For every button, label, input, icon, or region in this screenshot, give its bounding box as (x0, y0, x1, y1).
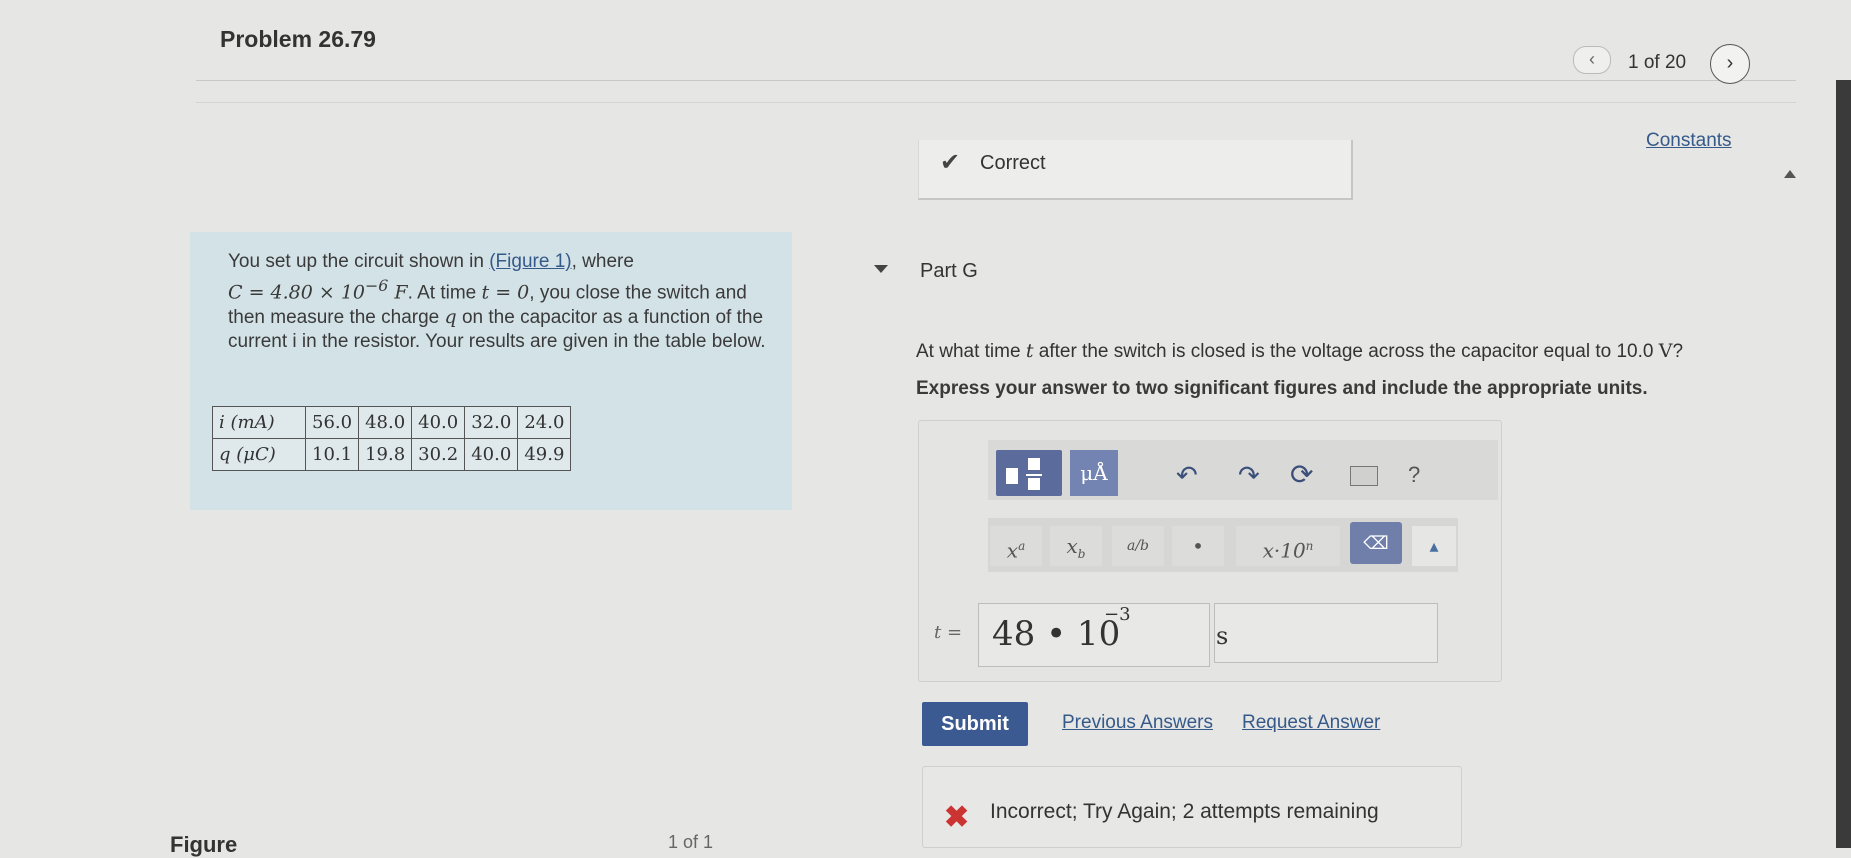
problem-intro-text: You set up the circuit shown in (Figure … (228, 250, 768, 354)
x-mark-icon: ✖ (944, 801, 970, 834)
intro-text-2: , where (571, 251, 634, 272)
answer-unit-text: s (1216, 622, 1229, 650)
reset-icon[interactable]: ⟳ (1290, 458, 1313, 491)
table-row-header: i (mA) (212, 406, 306, 439)
feedback-text: Incorrect; Try Again; 2 attempts remaini… (990, 800, 1379, 823)
templates-button[interactable] (996, 450, 1062, 496)
undo-icon[interactable]: ↶ (1176, 460, 1198, 491)
table-cell: 24.0 (517, 406, 572, 439)
correct-status-label: Correct (980, 152, 1046, 174)
question-text-2: after the switch is closed is the voltag… (1033, 341, 1659, 362)
figure-label: Figure (170, 832, 238, 857)
capacitance-exponent: −6 (365, 276, 389, 295)
table-row: q (μC) 10.1 19.8 30.2 40.0 49.9 (212, 438, 572, 471)
submit-button[interactable]: Submit (922, 702, 1028, 746)
table-cell: 40.0 (411, 406, 466, 439)
collapse-arrow-icon[interactable] (874, 265, 888, 273)
template-icon-part (1026, 474, 1042, 476)
intro-text-1: You set up the circuit shown in (228, 251, 490, 272)
next-problem-button[interactable]: › (1710, 44, 1750, 84)
help-button[interactable]: ? (1408, 462, 1420, 488)
table-cell: 48.0 (358, 406, 413, 439)
page-indicator: 1 of 20 (1628, 52, 1687, 73)
problem-title: Problem 26.79 (220, 26, 376, 52)
chevron-right-icon: › (1726, 52, 1734, 74)
table-cell: 30.2 (411, 438, 466, 471)
table-row-header: q (μC) (212, 438, 306, 471)
table-cell: 40.0 (464, 438, 519, 471)
answer-value-text: 48 • 10 (992, 614, 1121, 654)
instruction-text: Express your answer to two significant f… (916, 378, 1648, 399)
answer-variable-label: t = (934, 622, 963, 643)
answer-unit-input[interactable] (1214, 603, 1438, 663)
question-text-3: ? (1672, 341, 1684, 362)
intro-text-3: . At time (407, 282, 482, 304)
capacitance-equation: C = 4.80 × 10 (228, 281, 366, 304)
keyboard-icon[interactable] (1350, 466, 1378, 486)
table-cell: 49.9 (517, 438, 572, 471)
figure-pager: 1 of 1 (668, 832, 714, 852)
header-divider-secondary (196, 102, 1796, 103)
redo-icon[interactable]: ↷ (1238, 460, 1260, 491)
previous-problem-button[interactable]: ‹ (1573, 46, 1611, 74)
template-icon-part (1006, 468, 1018, 484)
template-icon-part (1028, 478, 1040, 490)
backspace-icon[interactable]: ⌫ (1350, 522, 1402, 564)
units-button[interactable]: μÅ (1070, 450, 1118, 496)
charge-variable: q (444, 306, 457, 329)
constants-link[interactable]: Constants (1646, 130, 1732, 152)
table-cell: 56.0 (304, 406, 360, 439)
previous-answers-link[interactable]: Previous Answers (1062, 712, 1213, 734)
question-text-1: At what time (916, 341, 1026, 362)
answer-exponent-text: −3 (1104, 604, 1131, 625)
subscript-button[interactable]: xb (1050, 526, 1102, 566)
question-text: At what time t after the switch is close… (916, 340, 1683, 363)
time-equation: t = 0 (481, 281, 530, 304)
part-title[interactable]: Part G (920, 260, 978, 283)
question-unit: V (1658, 340, 1673, 362)
checkmark-icon: ✔ (940, 149, 961, 176)
table-cell: 19.8 (358, 438, 413, 471)
keyboard-toggle-icon[interactable]: ▴ (1412, 526, 1456, 566)
scientific-notation-button[interactable]: x·10n (1236, 526, 1340, 566)
superscript-button[interactable]: xa (990, 526, 1042, 566)
table-cell: 32.0 (464, 406, 519, 439)
figure-link[interactable]: (Figure 1) (489, 251, 571, 272)
template-icon-part (1028, 458, 1040, 470)
table-cell: 10.1 (304, 438, 360, 471)
scrollbar[interactable] (1836, 80, 1851, 848)
chevron-left-icon: ‹ (1589, 49, 1595, 69)
request-answer-link[interactable]: Request Answer (1242, 712, 1380, 734)
table-row: i (mA) 56.0 48.0 40.0 32.0 24.0 (212, 406, 572, 439)
header-divider (196, 80, 1796, 81)
capacitance-unit: F (388, 281, 408, 304)
dot-button[interactable]: • (1172, 526, 1224, 566)
scroll-up-icon[interactable] (1784, 170, 1796, 178)
data-table: i (mA) 56.0 48.0 40.0 32.0 24.0 q (μC) 1… (212, 406, 572, 471)
fraction-button[interactable]: a/b (1112, 526, 1164, 566)
